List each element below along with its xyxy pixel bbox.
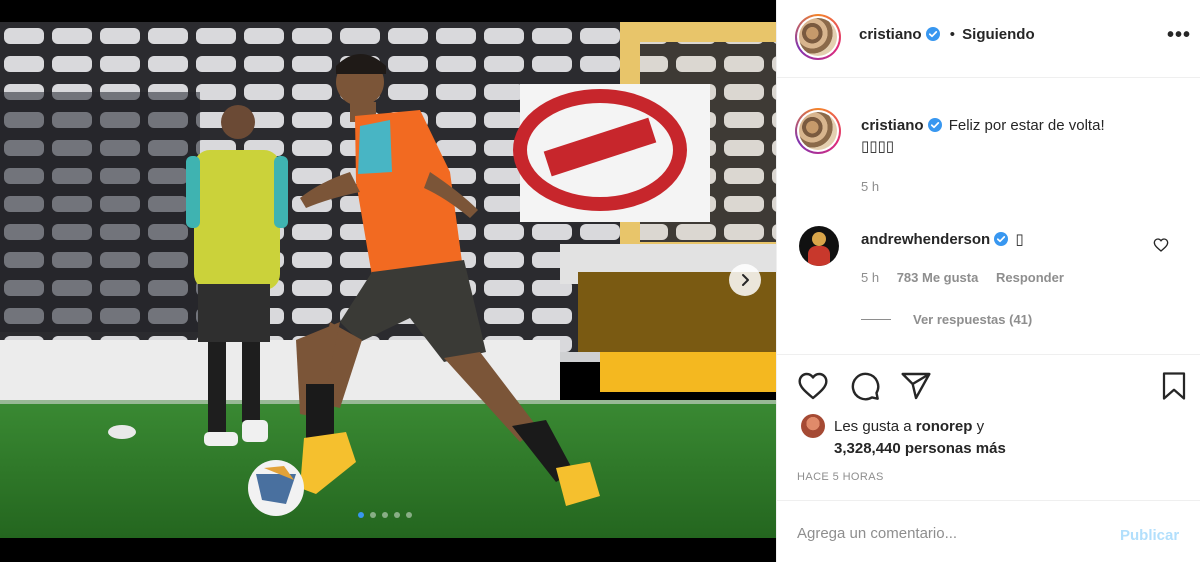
view-replies-line	[861, 319, 891, 320]
more-options-button[interactable]: •••	[1167, 24, 1191, 47]
caption: cristiano Feliz por estar de volta! ▯▯▯▯	[861, 115, 1181, 157]
comment: andrewhenderson ▯	[861, 229, 1141, 250]
carousel-dot-4	[394, 512, 400, 518]
carousel-dot-2	[370, 512, 376, 518]
likes-count[interactable]: 3,328,440 personas más	[834, 440, 1006, 457]
caption-avatar[interactable]	[795, 108, 841, 154]
post-side-panel: cristiano • Siguiendo ••• cristiano Feli…	[776, 0, 1200, 562]
commenter-username[interactable]: andrewhenderson	[861, 231, 990, 248]
caption-text: Feliz por estar de volta!	[948, 117, 1105, 134]
chevron-right-icon	[742, 274, 749, 286]
paper-plane-icon[interactable]	[900, 370, 932, 402]
post-header: cristiano • Siguiendo •••	[777, 0, 1200, 78]
liker-avatar[interactable]	[801, 414, 825, 438]
action-bar	[777, 356, 1200, 416]
next-slide-button[interactable]	[729, 264, 761, 296]
comment-meta: 5 h 783 Me gusta Responder	[861, 270, 1078, 285]
carousel-dot-1	[358, 512, 364, 518]
caption-username[interactable]: cristiano	[861, 117, 924, 134]
comment-input[interactable]	[797, 519, 1097, 547]
comments-section: cristiano Feliz por estar de volta! ▯▯▯▯…	[777, 79, 1200, 355]
post-media	[0, 0, 776, 562]
reply-button[interactable]: Responder	[996, 270, 1064, 285]
verified-badge-icon	[925, 27, 940, 41]
comment-text: ▯	[1015, 231, 1024, 248]
author-avatar[interactable]	[795, 14, 841, 60]
view-replies-label: Ver respuestas (41)	[913, 312, 1033, 327]
verified-badge-icon	[994, 232, 1009, 246]
verified-badge-icon	[927, 118, 942, 132]
likes-suffix: y	[972, 418, 985, 435]
likes-prefix: Les gusta a	[834, 418, 916, 435]
caption-time[interactable]: 5 h	[861, 179, 879, 194]
commenter-avatar[interactable]	[799, 226, 839, 266]
heart-icon[interactable]	[797, 370, 829, 402]
caption-emoji: ▯▯▯▯	[861, 138, 895, 155]
add-comment-bar: Publicar	[777, 500, 1200, 562]
header-user-line: cristiano • Siguiendo	[859, 26, 1035, 43]
carousel-dot-3	[382, 512, 388, 518]
likes-text: Les gusta a ronorep y 3,328,440 personas…	[834, 416, 1094, 460]
comment-likes[interactable]: 783 Me gusta	[897, 270, 979, 285]
caption-meta: 5 h	[861, 179, 893, 194]
header-separator: •	[949, 26, 955, 43]
like-comment-heart-icon[interactable]	[1153, 237, 1169, 253]
carousel-indicator	[358, 512, 412, 518]
view-replies-button[interactable]: Ver respuestas (41)	[861, 312, 1032, 327]
post-timestamp[interactable]: HACE 5 HORAS	[797, 471, 884, 483]
carousel-dot-5	[406, 512, 412, 518]
bookmark-icon[interactable]	[1159, 370, 1189, 402]
football-training-photo	[0, 22, 776, 538]
liker-username[interactable]: ronorep	[916, 418, 973, 435]
following-button[interactable]: Siguiendo	[962, 26, 1035, 43]
comment-icon[interactable]	[849, 370, 881, 402]
author-username[interactable]: cristiano	[859, 26, 922, 43]
post-photo[interactable]	[0, 22, 776, 538]
publish-button[interactable]: Publicar	[1120, 527, 1179, 544]
comment-time[interactable]: 5 h	[861, 270, 879, 285]
